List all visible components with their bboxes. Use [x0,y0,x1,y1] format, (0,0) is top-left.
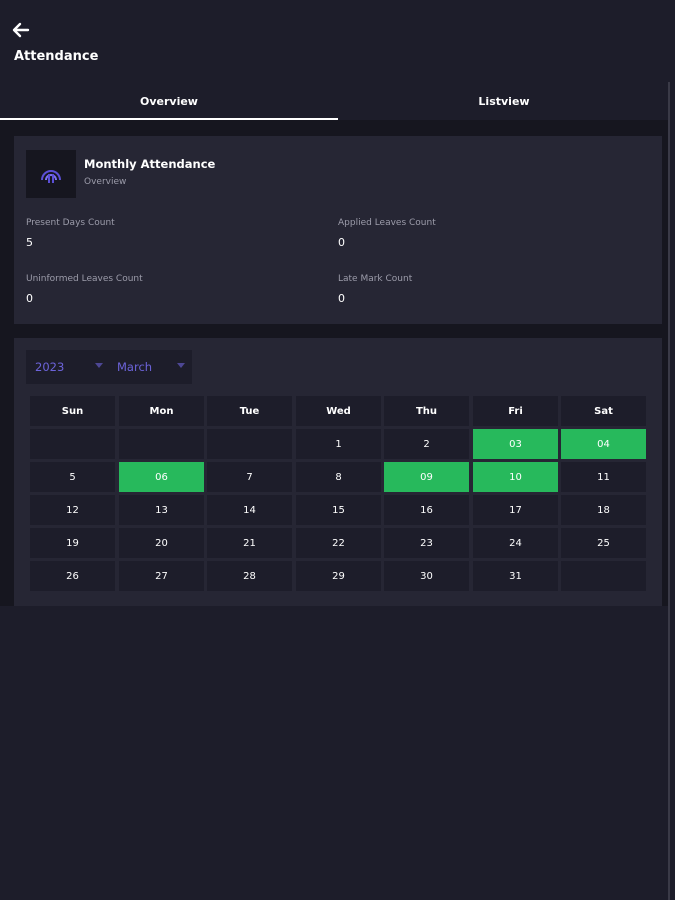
calendar-day[interactable]: 7 [207,462,292,492]
calendar-empty-cell [561,561,646,591]
tab-overview[interactable]: Overview [0,82,338,120]
attendance-logo-icon [41,170,61,183]
weekday-header: Sat [561,396,646,426]
weekday-header: Mon [119,396,204,426]
calendar-day[interactable]: 27 [119,561,204,591]
weekday-header: Thu [384,396,469,426]
year-dropdown[interactable]: 2023 [35,350,107,384]
attendance-logo [26,150,76,198]
calendar-day[interactable]: 21 [207,528,292,558]
uninformed-leaves-label: Uninformed Leaves Count [26,274,143,284]
calendar-day-present[interactable]: 03 [473,429,558,459]
card-subtitle: Overview [84,177,127,187]
calendar-day-present[interactable]: 09 [384,462,469,492]
present-days-label: Present Days Count [26,218,115,228]
calendar-day[interactable]: 2 [384,429,469,459]
calendar-day[interactable]: 13 [119,495,204,525]
calendar-day[interactable]: 28 [207,561,292,591]
app-header: Attendance [0,0,675,82]
monthly-attendance-card: Monthly Attendance Overview Present Days… [14,136,662,324]
calendar-day[interactable]: 1 [296,429,381,459]
arrow-left-icon[interactable] [12,22,30,38]
weekday-header: Tue [207,396,292,426]
applied-leaves-value: 0 [338,236,345,249]
weekday-header: Fri [473,396,558,426]
tab-bar: Overview Listview [0,82,675,121]
calendar-day[interactable]: 29 [296,561,381,591]
attendance-calendar-card: 2023 March Sun Mon Tue Wed Thu Fri Sat 1 2 03 04 5 0… [14,338,662,606]
calendar-empty-cell [30,429,115,459]
calendar-day[interactable]: 25 [561,528,646,558]
card-title: Monthly Attendance [84,157,216,171]
calendar-empty-cell [207,429,292,459]
late-mark-label: Late Mark Count [338,274,413,284]
app-screen: Attendance Overview Listview Monthly Att… [0,0,675,900]
calendar-day[interactable]: 5 [30,462,115,492]
calendar-day[interactable]: 18 [561,495,646,525]
calendar-day[interactable]: 19 [30,528,115,558]
calendar-day[interactable]: 24 [473,528,558,558]
calendar-day[interactable]: 26 [30,561,115,591]
calendar-day[interactable]: 12 [30,495,115,525]
calendar-day-present[interactable]: 06 [119,462,204,492]
weekday-header: Wed [296,396,381,426]
tab-listview[interactable]: Listview [338,82,670,120]
calendar-empty-cell [119,429,204,459]
calendar-day[interactable]: 8 [296,462,381,492]
calendar-day-present[interactable]: 10 [473,462,558,492]
calendar-day[interactable]: 17 [473,495,558,525]
calendar-day-present[interactable]: 04 [561,429,646,459]
late-mark-value: 0 [338,292,345,305]
chevron-down-icon [95,363,103,368]
uninformed-leaves-value: 0 [26,292,33,305]
calendar-day[interactable]: 30 [384,561,469,591]
calendar-day[interactable]: 22 [296,528,381,558]
calendar-day[interactable]: 11 [561,462,646,492]
month-dropdown[interactable]: March [117,350,187,384]
calendar-day[interactable]: 15 [296,495,381,525]
chevron-down-icon [177,363,185,368]
present-days-value: 5 [26,236,33,249]
date-selector: 2023 March [26,350,192,384]
calendar-day[interactable]: 23 [384,528,469,558]
calendar-day[interactable]: 16 [384,495,469,525]
applied-leaves-label: Applied Leaves Count [338,218,436,228]
calendar-day[interactable]: 31 [473,561,558,591]
weekday-header: Sun [30,396,115,426]
page-title: Attendance [14,49,99,64]
month-value: March [117,360,153,374]
year-value: 2023 [35,360,65,374]
scrollbar[interactable] [668,82,670,900]
calendar-day[interactable]: 20 [119,528,204,558]
calendar-day[interactable]: 14 [207,495,292,525]
